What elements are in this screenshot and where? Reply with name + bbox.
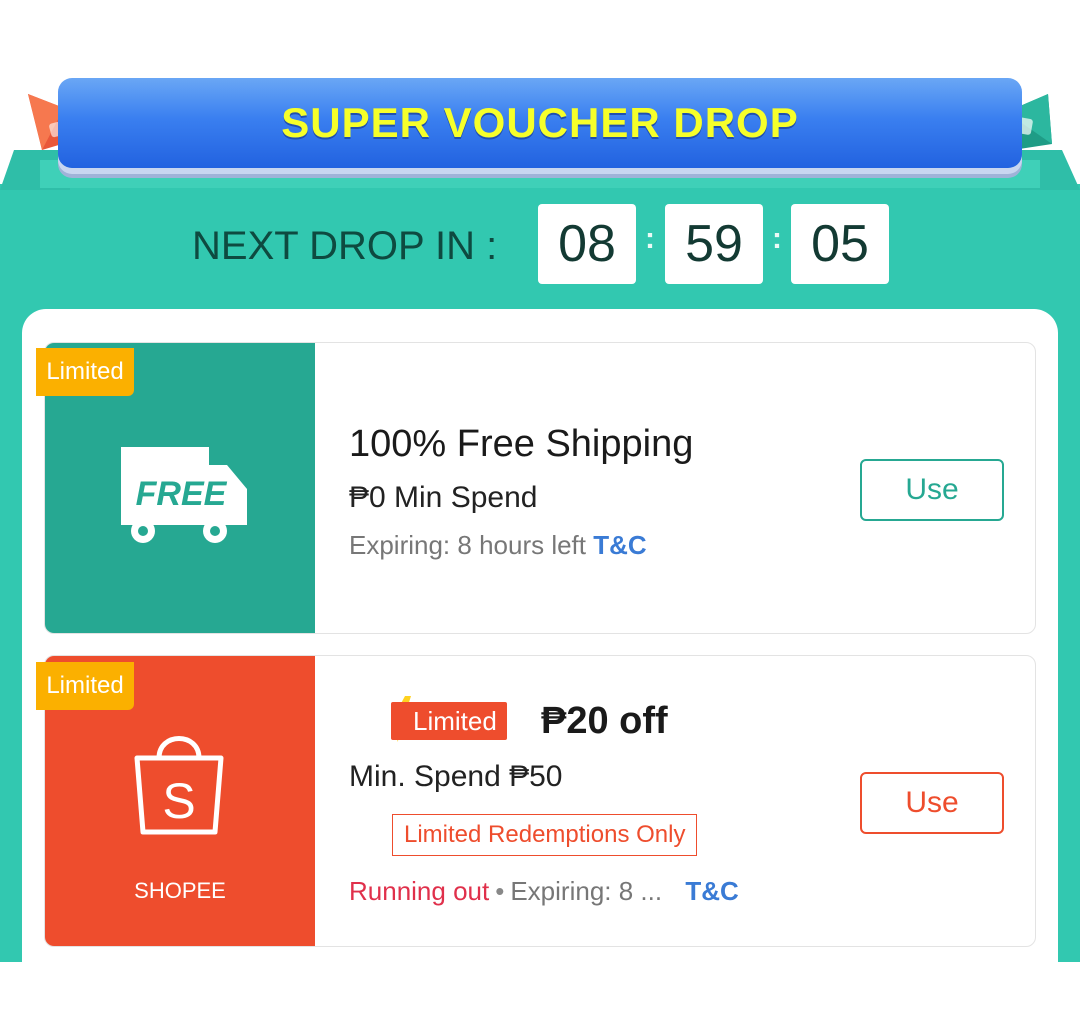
countdown-minutes: 59 <box>665 204 763 284</box>
limited-redemptions-note: Limited Redemptions Only <box>392 814 698 856</box>
voucher-title: 100% Free Shipping <box>349 423 694 465</box>
countdown-hours: 08 <box>538 204 636 284</box>
voucher-title: ₱20 off <box>541 700 668 742</box>
countdown-separator: : <box>645 222 655 255</box>
free-truck-icon: FREE <box>121 447 247 543</box>
separator-dot: • <box>495 876 505 906</box>
next-drop-label: NEXT DROP IN : <box>192 224 498 268</box>
limited-chip: Limited <box>391 702 507 740</box>
use-voucher-button[interactable]: Use <box>860 459 1004 521</box>
shopee-bag-letter: S <box>162 773 195 829</box>
voucher-status-line: Running out • Expiring: 8 ... T&C <box>349 876 739 907</box>
limited-tag: Limited <box>36 662 134 710</box>
shopee-caption: SHOPEE <box>134 878 226 903</box>
use-voucher-button[interactable]: Use <box>860 772 1004 834</box>
running-out-status: Running out <box>349 876 490 906</box>
limited-tag: Limited <box>36 348 134 396</box>
terms-link[interactable]: T&C <box>685 876 738 906</box>
voucher-card-free-shipping[interactable]: FREE 100% Free Shipping ₱0 Min Spend Exp… <box>44 342 1036 634</box>
voucher-expiry: Expiring: 8 ... <box>510 876 663 906</box>
voucher-details: 100% Free Shipping ₱0 Min Spend Expiring… <box>349 343 1035 633</box>
voucher-details: Limited ₱20 off Min. Spend ₱50 Limited R… <box>349 656 1035 946</box>
terms-link[interactable]: T&C <box>593 530 646 560</box>
super-voucher-banner: SUPER VOUCHER DROP <box>58 78 1022 168</box>
perforated-edge <box>45 706 51 946</box>
banner-title: SUPER VOUCHER DROP <box>281 99 799 146</box>
perforated-edge <box>45 393 51 633</box>
voucher-min-spend: Min. Spend ₱50 <box>349 760 563 793</box>
voucher-card-discount[interactable]: S SHOPEE Limited ₱20 off Min. Spend ₱50 … <box>44 655 1036 947</box>
countdown-separator: : <box>772 222 782 255</box>
free-badge-text: FREE <box>136 475 228 513</box>
voucher-min-spend: ₱0 Min Spend <box>349 481 538 514</box>
countdown-seconds: 05 <box>791 204 889 284</box>
shopee-bag-icon: S <box>134 736 224 835</box>
voucher-expiry-line: Expiring: 8 hours left T&C <box>349 530 647 561</box>
voucher-expiry: Expiring: 8 hours left <box>349 530 587 560</box>
